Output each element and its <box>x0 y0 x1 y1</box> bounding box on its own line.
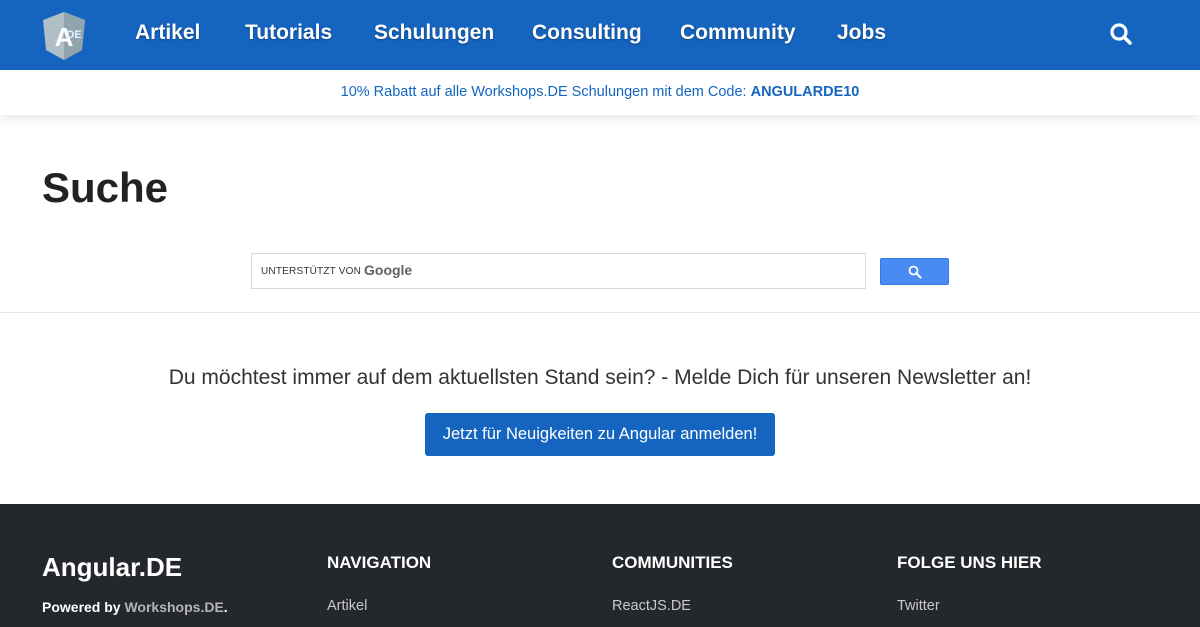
powered-by-prefix: Powered by <box>42 599 125 615</box>
footer-link-twitter[interactable]: Twitter <box>897 598 940 614</box>
search-icon <box>908 265 922 279</box>
promo-banner: 10% Rabatt auf alle Workshops.DE Schulun… <box>0 70 1200 115</box>
nav-item-artikel[interactable]: Artikel <box>135 21 200 45</box>
footer-link-reactjs[interactable]: ReactJS.DE <box>612 598 691 614</box>
footer-powered-by: Powered by Workshops.DE. <box>42 599 228 615</box>
workshops-de-link[interactable]: Workshops.DE <box>124 599 223 615</box>
search-submit-button[interactable] <box>880 258 949 285</box>
nav-item-tutorials[interactable]: Tutorials <box>245 21 332 45</box>
footer-heading-follow: FOLGE UNS HIER <box>897 553 1042 572</box>
promo-text: 10% Rabatt auf alle Workshops.DE Schulun… <box>340 84 751 100</box>
logo-letters: DE <box>66 29 81 41</box>
footer-heading-communities: COMMUNITIES <box>612 553 733 572</box>
nav-item-consulting[interactable]: Consulting <box>532 21 642 45</box>
page-title: Suche <box>42 164 169 211</box>
shield-logo-icon: A DE <box>43 12 85 60</box>
footer-brand: Angular.DE <box>42 552 183 582</box>
nav-item-jobs[interactable]: Jobs <box>837 21 886 45</box>
top-navigation: A DE Artikel Tutorials Schulungen Consul… <box>0 0 1200 70</box>
footer-link-artikel[interactable]: Artikel <box>327 598 367 614</box>
promo-code: ANGULARDE10 <box>750 84 860 100</box>
section-divider <box>0 312 1200 313</box>
angular-de-logo[interactable]: A DE <box>40 10 88 62</box>
nav-item-community[interactable]: Community <box>680 21 796 45</box>
nav-search-button[interactable] <box>1108 20 1136 50</box>
footer: Angular.DE Powered by Workshops.DE. NAVI… <box>0 504 1200 627</box>
search-powered-by-label: UNTERSTÜTZT VON <box>261 266 362 277</box>
google-wordmark: Google <box>364 262 413 278</box>
newsletter-signup-button[interactable]: Jetzt für Neuigkeiten zu Angular anmelde… <box>425 413 775 456</box>
search-icon <box>1110 23 1132 45</box>
nav-item-schulungen[interactable]: Schulungen <box>374 21 494 45</box>
newsletter-text: Du möchtest immer auf dem aktuellsten St… <box>168 366 1032 389</box>
footer-heading-navigation: NAVIGATION <box>327 553 432 572</box>
powered-by-suffix: . <box>223 599 228 615</box>
search-input[interactable]: UNTERSTÜTZT VON Google <box>251 253 866 289</box>
